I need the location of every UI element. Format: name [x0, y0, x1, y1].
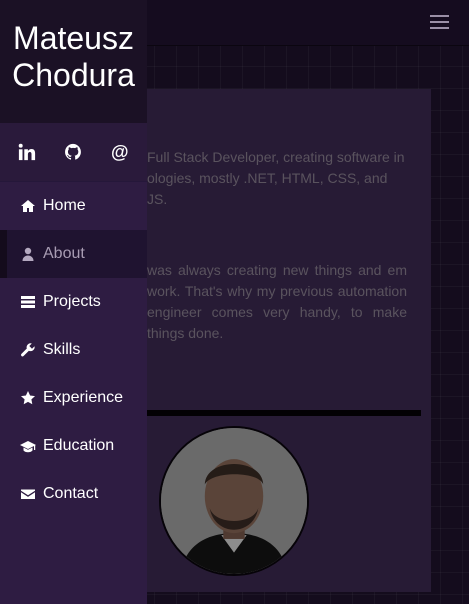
nav-item-label: Home [43, 197, 86, 214]
nav-item-skills[interactable]: Skills [0, 326, 147, 374]
user-icon [19, 245, 37, 263]
nav-item-label: Education [43, 437, 115, 454]
brand-name: Mateusz Chodura [0, 0, 147, 123]
sidebar: Mateusz Chodura @ Home About Projects Sk… [0, 0, 147, 604]
linkedin-icon[interactable] [16, 141, 38, 163]
nav-item-label: Experience [43, 389, 124, 406]
star-icon [19, 389, 37, 407]
nav-item-education[interactable]: Education [0, 422, 147, 470]
nav-item-label: Contact [43, 485, 99, 502]
brand-first-name: Mateusz [13, 20, 134, 56]
nav-item-home[interactable]: Home [0, 182, 147, 230]
nav-item-contact[interactable]: Contact [0, 470, 147, 518]
wrench-icon [19, 341, 37, 359]
github-icon[interactable] [62, 141, 84, 163]
nav-item-label: Projects [43, 293, 101, 310]
email-at-icon[interactable]: @ [109, 141, 131, 163]
projects-icon [19, 293, 37, 311]
nav-menu: Home About Projects Skills Experience Ed… [0, 182, 147, 518]
nav-item-projects[interactable]: Projects [0, 278, 147, 326]
social-links: @ [0, 123, 147, 182]
home-icon [19, 197, 37, 215]
at-symbol: @ [111, 141, 129, 162]
nav-item-about[interactable]: About [0, 230, 147, 278]
hamburger-menu-icon[interactable] [430, 15, 449, 29]
brand-last-name: Chodura [12, 57, 135, 93]
nav-item-label: About [43, 245, 85, 262]
nav-item-label: Skills [43, 341, 81, 358]
nav-item-experience[interactable]: Experience [0, 374, 147, 422]
graduation-cap-icon [19, 437, 37, 455]
envelope-icon [19, 485, 37, 503]
